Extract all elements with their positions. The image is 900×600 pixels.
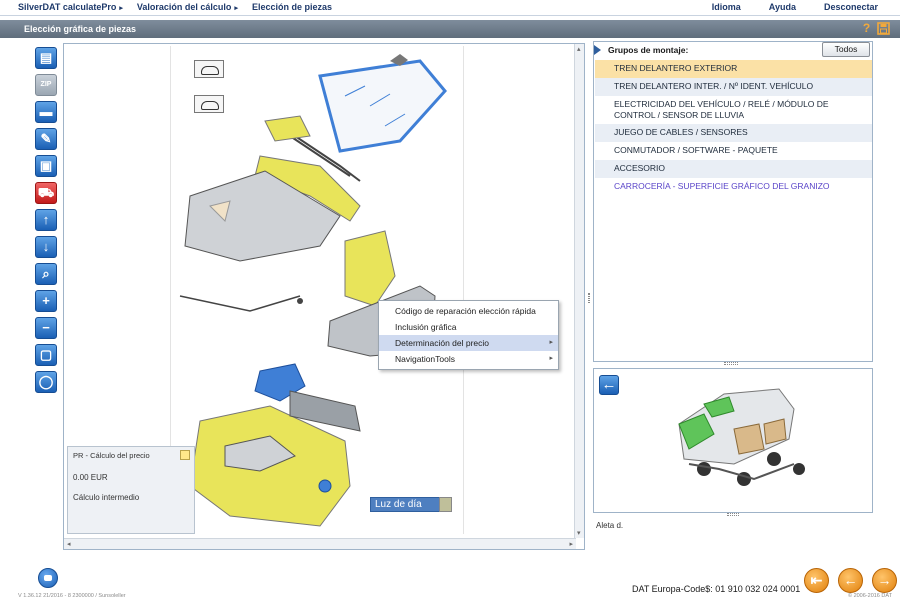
panel-splitter[interactable]	[586, 43, 592, 550]
crumb-valoracion[interactable]: Valoración del cálculo ▸	[137, 2, 238, 12]
daylight-label: Luz de día	[375, 499, 422, 510]
group-item-hail-surface[interactable]: CARROCERÍA - SUPERFICIE GRÁFICO DEL GRAN…	[595, 178, 872, 196]
selected-part-caption: Aleta d.	[596, 521, 624, 530]
arrow-up-icon[interactable]: ↑	[35, 209, 57, 231]
scroll-down-icon[interactable]: ▾	[577, 529, 581, 537]
lasso-icon[interactable]: ◯	[35, 371, 57, 393]
crumb-calculatepro[interactable]: SilverDAT calculatePro ▸	[18, 2, 123, 12]
price-subtitle: Cálculo intermedio	[73, 493, 140, 502]
menu-item-navigation-tools[interactable]: NavigationTools ▸	[379, 351, 558, 367]
vehicle-exploded-view[interactable]	[594, 369, 872, 512]
hood-cable-part	[179, 295, 301, 312]
arrow-down-icon[interactable]: ↓	[35, 236, 57, 258]
image-icon[interactable]: ▣	[35, 155, 57, 177]
help-link[interactable]: Ayuda	[769, 2, 796, 12]
dat-europa-code: DAT Europa-Code$: 01 910 032 024 0001	[632, 584, 801, 594]
calculator-icon[interactable]	[180, 450, 190, 460]
price-value: 0.00 EUR	[73, 473, 108, 482]
zoom-icon[interactable]: ⌕	[35, 263, 57, 285]
chevron-right-icon: ▸	[119, 5, 123, 12]
menu-item-quick-repair-code[interactable]: Código de reparación elección rápida	[379, 303, 558, 319]
hood-latch-part	[297, 298, 303, 304]
car-red-icon[interactable]: ⛟	[35, 182, 57, 204]
document-icon[interactable]: ▤	[35, 47, 57, 69]
color-swatch-icon	[439, 497, 452, 512]
breadcrumb: SilverDAT calculatePro ▸ Valoración del c…	[18, 2, 332, 12]
menu-item-graphic-inclusion[interactable]: Inclusión gráfica	[379, 319, 558, 335]
first-page-icon[interactable]: ⇤	[804, 568, 829, 593]
rear-wheel-right	[793, 463, 805, 475]
version-info: V 1.36.12 21/2016 - 8 2300000 / Sunsolel…	[18, 593, 126, 599]
fit-window-icon[interactable]: ▢	[35, 344, 57, 366]
vertical-scrollbar[interactable]: ▴ ▾	[574, 44, 584, 538]
group-item-electrics[interactable]: ELECTRICIDAD DEL VEHÍCULO / RELÉ / MÓDUL…	[595, 96, 872, 124]
collapse-triangle-icon[interactable]	[594, 45, 601, 55]
back-arrow-icon[interactable]: ←	[599, 375, 619, 395]
assembly-groups-panel: Grupos de montaje: Todos TREN DELANTERO …	[593, 41, 873, 365]
scroll-left-icon[interactable]: ◂	[67, 540, 71, 548]
language-link[interactable]: Idioma	[712, 2, 741, 12]
windshield-part	[318, 59, 447, 153]
next-page-icon[interactable]: →	[872, 568, 897, 593]
rear-wheel-left	[767, 452, 781, 466]
zoom-in-icon[interactable]: +	[35, 290, 57, 312]
submenu-arrow-icon: ▸	[549, 339, 553, 346]
price-calculation-box: PR - Cálculo del precio 0.00 EUR Cálculo…	[67, 446, 195, 534]
groups-list: TREN DELANTERO EXTERIOR TREN DELANTERO I…	[595, 60, 872, 196]
group-item-accessory[interactable]: ACCESORIO	[595, 160, 872, 178]
zoom-out-icon[interactable]: −	[35, 317, 57, 339]
window-title: Elección gráfica de piezas	[24, 24, 137, 34]
overview-resize-grip[interactable]	[727, 513, 739, 516]
fog-lamp-part	[318, 479, 332, 493]
group-item-switch-software[interactable]: CONMUTADOR / SOFTWARE - PAQUETE	[595, 142, 872, 160]
vehicle-overview-panel: ←	[593, 368, 873, 513]
copyright: © 2006-2016 DAT	[847, 593, 892, 599]
horizontal-scrollbar[interactable]: ◂ ▸	[64, 538, 576, 549]
group-item-front-exterior[interactable]: TREN DELANTERO EXTERIOR	[595, 60, 872, 78]
scroll-right-icon[interactable]: ▸	[569, 540, 573, 548]
menu-item-price-determination[interactable]: Determinación del precio ▸	[379, 335, 558, 351]
save-icon[interactable]	[877, 22, 890, 35]
logout-link[interactable]: Desconectar	[824, 2, 878, 12]
previous-page-icon[interactable]: ←	[838, 568, 863, 593]
splitter-grip-icon	[588, 293, 590, 303]
cowl-panel-part	[264, 115, 311, 142]
exploded-parts-drawing[interactable]	[170, 46, 464, 534]
parts-graphic-panel[interactable]: PR - Cálculo del precio 0.00 EUR Cálculo…	[63, 43, 585, 550]
top-navigation: SilverDAT calculatePro ▸ Valoración del c…	[0, 0, 900, 16]
groups-header: Grupos de montaje:	[608, 45, 689, 55]
group-item-cables-sensors[interactable]: JUEGO DE CABLES / SENSORES	[595, 124, 872, 142]
all-groups-button[interactable]: Todos	[822, 42, 870, 57]
left-toolbar: ▤ ZIP ▬ ✎ ▣ ⛟ ↑ ↓ ⌕ + − ▢ ◯	[35, 47, 57, 393]
crumb-eleccion-piezas[interactable]: Elección de piezas	[252, 2, 332, 12]
daylight-button[interactable]: Luz de día	[370, 497, 452, 512]
footer: V 1.36.12 21/2016 - 8 2300000 / Sunsolel…	[0, 565, 900, 600]
vehicle-seats	[733, 423, 765, 455]
zip-icon[interactable]: ZIP	[35, 74, 57, 96]
context-menu: Código de reparación elección rápida Inc…	[378, 300, 559, 370]
dat-logo-icon[interactable]	[38, 568, 58, 588]
groups-resize-grip[interactable]	[724, 362, 738, 365]
pencil-icon[interactable]: ✎	[35, 128, 57, 150]
scroll-up-icon[interactable]: ▴	[577, 45, 581, 53]
chevron-right-icon: ▸	[234, 5, 238, 12]
submenu-arrow-icon: ▸	[549, 355, 553, 362]
vehicle-rear-seats	[763, 418, 787, 445]
window-title-bar: Elección gráfica de piezas ?	[0, 20, 900, 38]
price-title: PR - Cálculo del precio	[73, 451, 150, 460]
wheel-arch-liner-part	[344, 230, 396, 307]
group-item-front-interior[interactable]: TREN DELANTERO INTER. / Nº IDENT. VEHÍCU…	[595, 78, 872, 96]
car-icon[interactable]: ▬	[35, 101, 57, 123]
front-wheel-left	[697, 462, 711, 476]
footer-navigation: ⇤ ← →	[804, 568, 897, 593]
help-icon[interactable]: ?	[860, 22, 873, 35]
